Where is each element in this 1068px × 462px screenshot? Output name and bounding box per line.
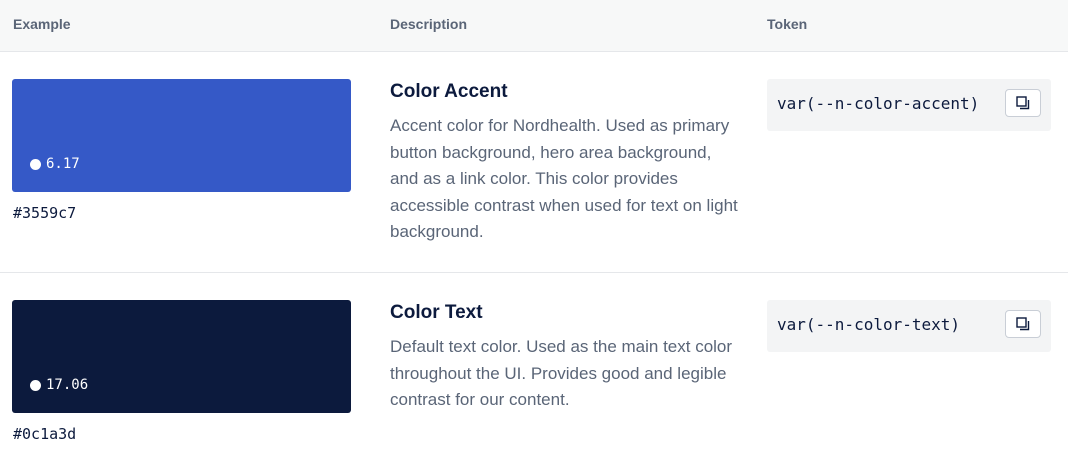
contrast-dot-icon (30, 158, 41, 170)
token-title: Color Text (390, 302, 483, 323)
column-header-example: Example (13, 16, 71, 32)
copy-button[interactable] (1005, 310, 1041, 338)
copy-icon (1016, 317, 1030, 331)
token-description: Default text color. Used as the main tex… (390, 337, 733, 409)
hex-value: #0c1a3d (13, 425, 77, 443)
token-code-block: var(--n-color-accent) (767, 79, 1051, 131)
contrast-dot-icon (30, 379, 41, 391)
color-swatch-accent: 6.17 (12, 79, 351, 192)
token-code[interactable]: var(--n-color-accent) (777, 94, 979, 113)
copy-icon (1016, 96, 1030, 110)
contrast-value: 17.06 (46, 377, 89, 393)
design-token-table: Example Description Token 6.17 #3559c7 C… (0, 0, 1068, 462)
hex-value: #3559c7 (13, 204, 77, 222)
token-description: Accent color for Nordhealth. Used as pri… (390, 116, 738, 241)
column-header-token: Token (767, 16, 808, 32)
color-swatch-text: 17.06 (12, 300, 351, 413)
table-row: 17.06 #0c1a3d Color Text Default text co… (0, 273, 1068, 462)
table-header: Example Description Token (0, 0, 1068, 52)
copy-button[interactable] (1005, 89, 1041, 117)
column-header-description: Description (390, 16, 468, 32)
token-title: Color Accent (390, 81, 508, 102)
contrast-ratio: 17.06 (30, 377, 88, 393)
token-code[interactable]: var(--n-color-text) (777, 315, 960, 334)
contrast-value: 6.17 (46, 156, 80, 172)
token-code-block: var(--n-color-text) (767, 300, 1051, 352)
table-row: 6.17 #3559c7 Color Accent Accent color f… (0, 52, 1068, 272)
contrast-ratio: 6.17 (30, 156, 80, 172)
